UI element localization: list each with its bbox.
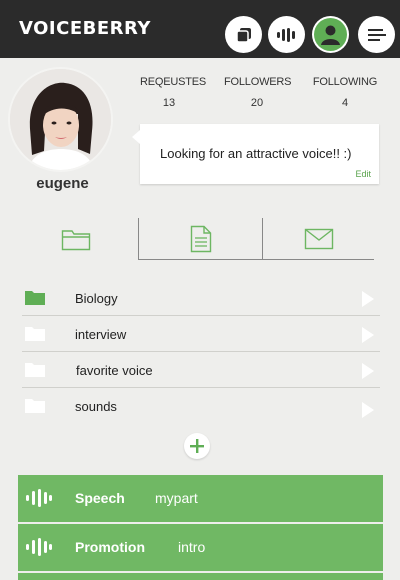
- folder-icon: [25, 327, 45, 341]
- folder-row-biology[interactable]: Biology: [22, 280, 380, 316]
- voice-title: Speech: [75, 490, 125, 506]
- chevron-right-icon: [362, 291, 374, 307]
- profile-tabs: [14, 218, 374, 260]
- menu-icon: [367, 28, 386, 41]
- copy-button[interactable]: [225, 16, 262, 53]
- chevron-right-icon: [362, 327, 374, 343]
- voice-wave-icon: [276, 27, 295, 42]
- document-icon: [190, 225, 211, 252]
- voice-wave-icon: [26, 489, 52, 507]
- folder-name: sounds: [75, 399, 117, 414]
- status-bubble: Looking for an attractive voice!! :) Edi…: [132, 124, 379, 184]
- profile-icon: [314, 18, 347, 51]
- stat-label: FOLLOWING: [312, 76, 378, 88]
- menu-button[interactable]: [358, 16, 395, 53]
- voice-subtitle: intro: [178, 539, 206, 555]
- plus-icon: [190, 439, 204, 453]
- folder-icon: [25, 291, 45, 305]
- status-message: Looking for an attractive voice!! :): [160, 146, 352, 161]
- voice-item-partial[interactable]: [18, 573, 383, 580]
- voice-item-promotion[interactable]: Promotion intro: [18, 524, 383, 571]
- voice-item-speech[interactable]: Speech mypart: [18, 475, 383, 522]
- voice-button[interactable]: [268, 16, 305, 53]
- stat-value: 4: [341, 97, 349, 109]
- folder-row-interview[interactable]: interview: [22, 316, 380, 352]
- stat-followers[interactable]: FOLLOWERS 20: [224, 76, 292, 109]
- stat-value: 13: [162, 97, 176, 109]
- chevron-right-icon: [362, 363, 374, 379]
- copy-icon: [235, 27, 251, 43]
- avatar-photo: [10, 69, 111, 170]
- app-logo[interactable]: VOICEBERRY: [19, 18, 151, 39]
- tab-folders[interactable]: [14, 218, 138, 260]
- folder-list: Biology interview favorite voice sounds: [22, 280, 380, 424]
- stat-following[interactable]: FOLLOWING 4: [312, 76, 378, 109]
- folder-name: Biology: [75, 291, 118, 306]
- username: eugene: [36, 175, 89, 192]
- folder-row-favorite-voice[interactable]: favorite voice: [22, 352, 380, 388]
- stat-label: FOLLOWERS: [224, 76, 292, 88]
- stat-requests[interactable]: REQEUSTES 13: [140, 76, 207, 109]
- tab-messages[interactable]: [262, 218, 374, 260]
- stat-value: 20: [250, 97, 264, 109]
- stat-label: REQEUSTES: [140, 76, 207, 88]
- add-folder-button[interactable]: [184, 433, 210, 459]
- mail-icon: [304, 228, 333, 249]
- folder-icon: [25, 363, 45, 377]
- edit-status-link[interactable]: Edit: [355, 169, 371, 179]
- folder-icon: [61, 230, 91, 251]
- chevron-right-icon: [362, 402, 374, 418]
- voice-subtitle: mypart: [155, 490, 198, 506]
- profile-button[interactable]: [312, 16, 349, 53]
- voice-title: Promotion: [75, 539, 145, 555]
- tab-documents[interactable]: [138, 218, 262, 260]
- avatar[interactable]: [10, 69, 111, 170]
- app-header: VOICEBERRY: [0, 0, 400, 58]
- folder-name: favorite voice: [76, 363, 153, 378]
- folder-row-sounds[interactable]: sounds: [22, 388, 380, 424]
- voice-wave-icon: [26, 538, 52, 556]
- folder-name: interview: [75, 327, 127, 342]
- folder-icon: [25, 399, 45, 413]
